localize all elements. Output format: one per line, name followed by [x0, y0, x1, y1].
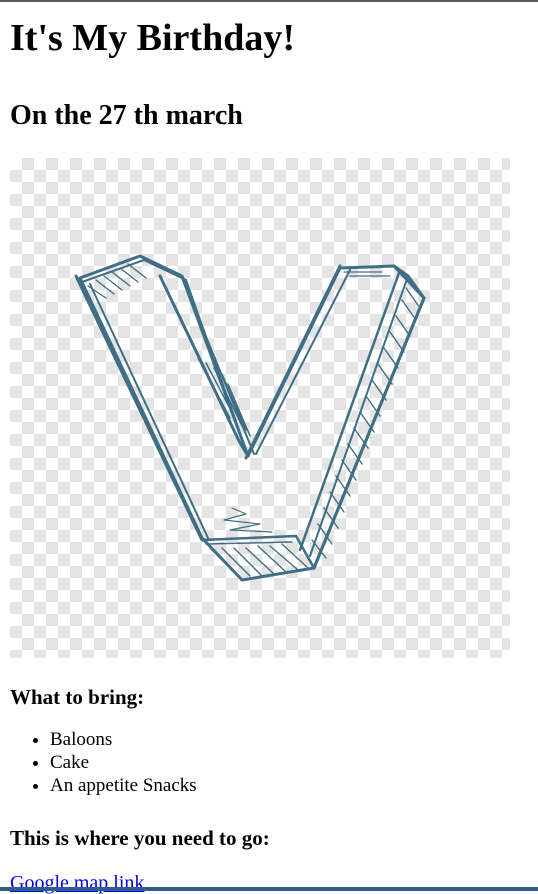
page-title: It's My Birthday! [10, 17, 295, 59]
list-item: An appetite Snacks [50, 774, 528, 797]
location-heading: This is where you need to go: [10, 826, 270, 850]
v-logo-icon [74, 254, 426, 582]
v-logo-image [10, 158, 510, 658]
list-item: Baloons [50, 728, 528, 751]
list-item: Cake [50, 751, 528, 774]
bring-heading: What to bring: [10, 685, 145, 709]
page-subtitle: On the 27 th march [10, 100, 243, 131]
bring-list: Baloons Cake An appetite Snacks [10, 728, 528, 797]
page-content: It's My Birthday! On the 27 th march Wha… [0, 16, 538, 894]
bottom-border [0, 887, 538, 891]
